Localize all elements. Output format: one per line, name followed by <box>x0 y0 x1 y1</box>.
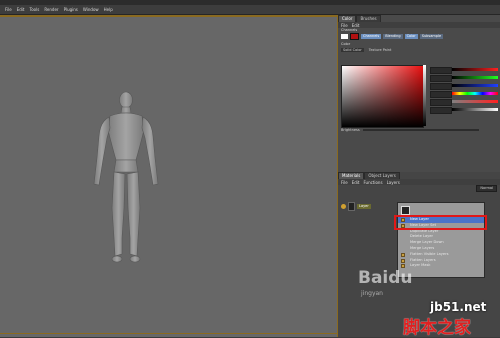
value-box-3[interactable] <box>430 83 452 90</box>
slider-hue[interactable] <box>452 92 498 95</box>
menu-item-label: Flatten Layers <box>410 257 436 262</box>
layers-menu-layers[interactable]: Layers <box>387 180 400 185</box>
slider-value[interactable] <box>452 108 498 111</box>
mode-texture-paint[interactable]: Texture Paint <box>367 48 394 52</box>
viewport-bottom-border <box>0 333 338 334</box>
menu-item-label: Merge Layer Down <box>410 240 444 245</box>
menu-file[interactable]: File <box>5 7 12 12</box>
site-watermark: jb51.net <box>430 300 487 314</box>
value-box-4[interactable] <box>430 91 452 98</box>
color-mode-row: Solid Color Texture Paint <box>338 47 500 53</box>
value-box-2[interactable] <box>430 75 452 82</box>
slider-red[interactable] <box>452 68 498 71</box>
brightness-row: Brightness <box>341 127 498 133</box>
baidu-watermark: Baidu <box>358 268 413 288</box>
menu-item-label: Merge Layers <box>410 245 435 250</box>
color-menu-edit[interactable]: Edit <box>352 23 360 28</box>
channel-chips: Channels Blending Color Subsample <box>338 33 500 40</box>
layers-menu-edit[interactable]: Edit <box>352 180 360 185</box>
menu-item-label: Delete Layer <box>410 234 433 239</box>
value-box-6[interactable] <box>430 107 452 114</box>
blend-mode-select[interactable]: Normal <box>476 185 497 192</box>
flatten-icon <box>401 252 405 257</box>
layer-name[interactable]: Layer <box>357 203 371 209</box>
chip-color[interactable]: Color <box>404 34 418 39</box>
tab-brushes[interactable]: Brushes <box>356 15 381 22</box>
menu-item-label: Flatten Visible Layers <box>410 251 449 256</box>
menu-bar: File Edit Tools Render Plugins Window He… <box>0 5 500 15</box>
chip-channels[interactable]: Channels <box>361 34 382 39</box>
tab-materials[interactable]: Materials <box>338 172 365 179</box>
human-model[interactable] <box>86 88 166 268</box>
layer-thumbnail <box>348 201 355 211</box>
brightness-slider[interactable] <box>362 129 479 131</box>
mode-solid-color[interactable]: Solid Color <box>341 48 364 52</box>
color-menu-file[interactable]: File <box>341 23 348 28</box>
value-box-5[interactable] <box>430 99 452 106</box>
brightness-label: Brightness <box>341 128 360 132</box>
layers-menu-functions[interactable]: Functions <box>363 180 382 185</box>
slider-saturation[interactable] <box>452 100 498 103</box>
highlight-annotation-box <box>394 215 487 230</box>
flatten-icon <box>401 258 405 263</box>
color-value-strip[interactable] <box>423 65 426 126</box>
viewport-top-border <box>0 15 338 17</box>
menu-item-label: Layer Mask <box>410 263 431 268</box>
slider-blue[interactable] <box>452 84 498 87</box>
jingyan-watermark: jingyan <box>361 290 383 297</box>
blend-mode-row: Normal <box>338 185 500 192</box>
menu-plugins[interactable]: Plugins <box>64 7 78 12</box>
slider-green[interactable] <box>452 76 498 79</box>
value-box-1[interactable] <box>430 67 452 74</box>
menu-header-icon <box>401 205 410 215</box>
layer-visibility-icon[interactable] <box>341 203 346 209</box>
layer-row[interactable]: Layer <box>341 201 381 211</box>
swatch-red[interactable] <box>350 33 359 40</box>
tab-object-layers[interactable]: Object Layers <box>364 172 400 179</box>
site-name-watermark: 脚本之家 <box>403 318 471 338</box>
menu-edit[interactable]: Edit <box>17 7 25 12</box>
layers-panel-tabs: Materials Object Layers <box>338 172 500 179</box>
menu-tools[interactable]: Tools <box>29 7 39 12</box>
3d-viewport[interactable] <box>0 15 338 337</box>
layers-menu-file[interactable]: File <box>341 180 348 185</box>
menu-help[interactable]: Help <box>104 7 113 12</box>
color-picker-field[interactable] <box>341 65 424 128</box>
menu-window[interactable]: Window <box>83 7 99 12</box>
color-panel-tabs: Color Brushes <box>338 15 500 22</box>
menu-render[interactable]: Render <box>44 7 58 12</box>
tab-color[interactable]: Color <box>338 15 357 22</box>
chip-blending[interactable]: Blending <box>383 34 403 39</box>
chip-subsample[interactable]: Subsample <box>419 34 444 39</box>
swatch-white[interactable] <box>341 34 348 39</box>
layer-context-menu: New Layer New Layer Set Duplicate Layer … <box>397 202 485 278</box>
